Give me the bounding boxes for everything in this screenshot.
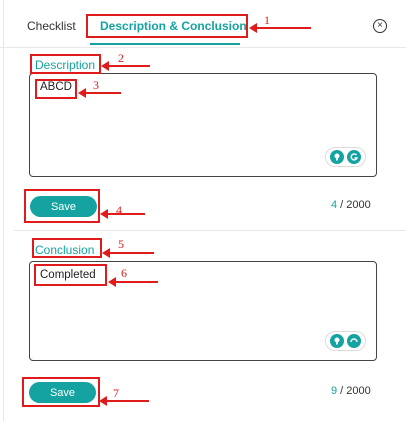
annotation-arrow-4 xyxy=(100,209,145,219)
grammar-icon[interactable] xyxy=(347,150,361,164)
annotation-number-3: 3 xyxy=(93,78,99,92)
left-edge-divider xyxy=(0,0,4,421)
conclusion-tool-group xyxy=(325,331,366,351)
annotation-box-6 xyxy=(34,264,107,286)
annotation-number-7: 7 xyxy=(113,386,119,400)
annotation-arrow-7 xyxy=(99,396,149,406)
annotation-box-1 xyxy=(86,14,248,38)
annotation-box-4 xyxy=(24,189,100,223)
conclusion-counter-separator: / xyxy=(337,385,347,397)
annotation-arrow-2 xyxy=(101,61,150,71)
description-counter-max: 2000 xyxy=(346,199,371,211)
description-counter-separator: / xyxy=(337,199,347,211)
annotation-box-2 xyxy=(30,54,101,74)
annotation-box-3 xyxy=(35,79,77,99)
close-icon[interactable]: × xyxy=(373,19,387,33)
annotation-number-1: 1 xyxy=(264,13,270,27)
annotation-number-4: 4 xyxy=(116,203,122,217)
lightbulb-icon[interactable] xyxy=(330,150,344,164)
lightbulb-icon[interactable] xyxy=(330,334,344,348)
active-tab-indicator xyxy=(90,43,240,45)
conclusion-char-counter: 9 / 2000 xyxy=(331,385,371,397)
annotation-number-5: 5 xyxy=(118,237,124,251)
loading-spinner-icon xyxy=(347,334,361,348)
section-divider xyxy=(14,230,406,231)
annotation-box-5 xyxy=(32,238,102,258)
annotation-number-2: 2 xyxy=(118,51,124,65)
description-tool-group xyxy=(325,147,366,167)
annotation-arrow-3 xyxy=(78,88,121,98)
tab-checklist[interactable]: Checklist xyxy=(27,19,76,33)
annotation-box-7 xyxy=(22,377,100,407)
annotation-arrow-5 xyxy=(102,248,154,258)
description-editor-tools xyxy=(325,147,366,167)
annotation-arrow-6 xyxy=(108,277,158,287)
conclusion-editor-tools xyxy=(325,331,366,351)
annotation-number-6: 6 xyxy=(121,266,127,280)
description-char-counter: 4 / 2000 xyxy=(331,199,371,211)
conclusion-counter-max: 2000 xyxy=(346,385,371,397)
